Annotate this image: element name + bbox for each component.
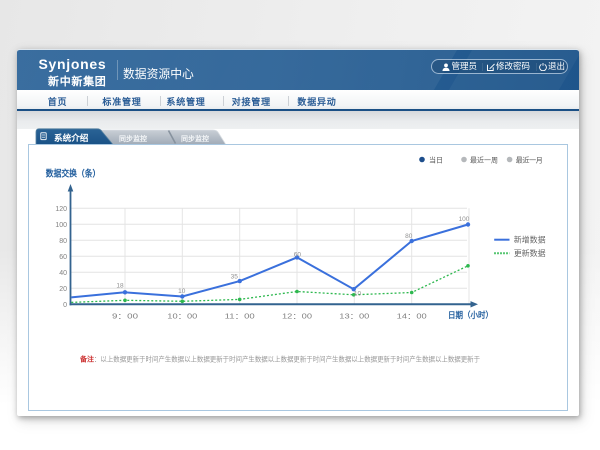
svg-text:日期（小时）: 日期（小时） xyxy=(448,310,493,320)
svg-text:同步监控: 同步监控 xyxy=(181,134,209,143)
svg-text:数据交换（条）: 数据交换（条） xyxy=(46,167,101,178)
svg-text:60: 60 xyxy=(59,253,67,260)
svg-text:13：00: 13：00 xyxy=(339,313,369,320)
svg-text:100: 100 xyxy=(55,221,67,228)
svg-text:80: 80 xyxy=(59,237,67,244)
svg-text:80: 80 xyxy=(405,233,413,240)
svg-text:9：00: 9：00 xyxy=(112,313,138,320)
svg-text:系统介绍: 系统介绍 xyxy=(54,132,89,143)
svg-text:120: 120 xyxy=(55,205,67,212)
svg-text:10: 10 xyxy=(178,288,186,295)
svg-text:11：00: 11：00 xyxy=(225,313,255,320)
svg-text:12：00: 12：00 xyxy=(282,313,312,320)
svg-text:：以上数据更新于时间产生数据以上数据更新于时间产生数据以上数: ：以上数据更新于时间产生数据以上数据更新于时间产生数据以上数据更新于时间产生数据… xyxy=(94,354,480,363)
svg-text:更新数据: 更新数据 xyxy=(514,248,546,258)
svg-text:14：00: 14：00 xyxy=(397,313,427,320)
svg-text:最近一周: 最近一周 xyxy=(470,155,498,164)
svg-text:18: 18 xyxy=(116,282,124,289)
svg-text:最近一月: 最近一月 xyxy=(516,155,543,164)
svg-text:0: 0 xyxy=(63,301,67,308)
svg-text:20: 20 xyxy=(59,285,67,292)
svg-text:同步监控: 同步监控 xyxy=(119,134,147,143)
svg-text:40: 40 xyxy=(59,269,67,276)
svg-text:10：00: 10：00 xyxy=(167,313,197,320)
svg-text:10: 10 xyxy=(354,290,362,297)
svg-text:当日: 当日 xyxy=(429,155,443,164)
svg-text:35: 35 xyxy=(231,273,239,280)
svg-text:新增数据: 新增数据 xyxy=(514,234,546,244)
svg-text:60: 60 xyxy=(294,251,302,258)
svg-text:备注: 备注 xyxy=(79,354,94,363)
svg-text:100: 100 xyxy=(459,215,470,222)
